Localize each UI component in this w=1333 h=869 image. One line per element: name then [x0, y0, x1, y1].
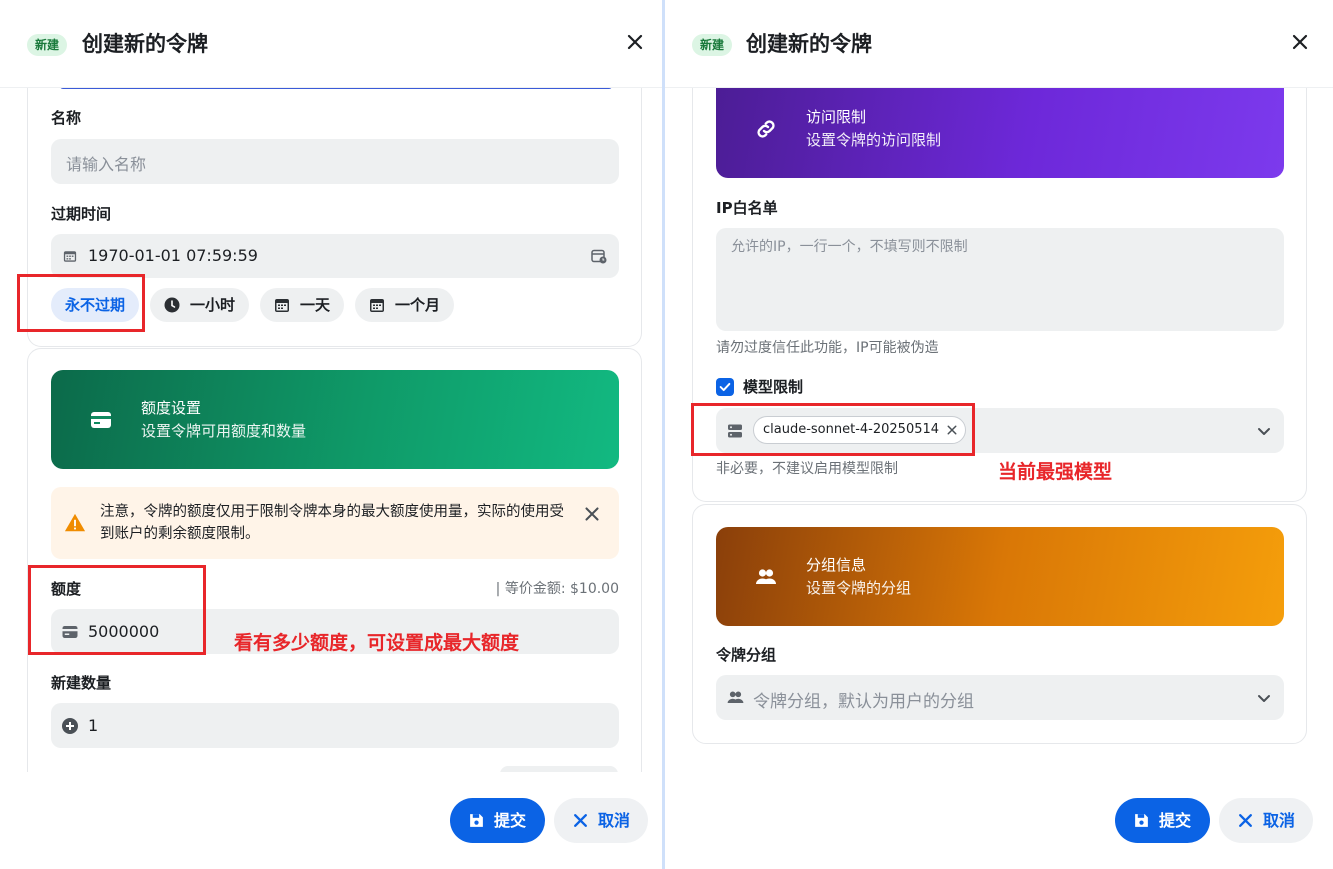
dialog-header: 新建 创建新的令牌 [665, 0, 1333, 88]
dialog-title: 创建新的令牌 [746, 32, 872, 56]
quota-annotation: 看有多少额度，可设置成最大额度 [234, 632, 520, 654]
token-group-select[interactable]: 令牌分组，默认为用户的分组 [716, 675, 1284, 720]
warning-icon [64, 513, 86, 532]
submit-button[interactable]: 提交 [450, 798, 545, 843]
model-annotation: 当前最强模型 [998, 461, 1113, 483]
quota-notice: 注意，令牌的额度仅用于限制令牌本身的最大额度使用量，实际的使用受到账户的剩余额度… [51, 487, 619, 559]
clock-icon [164, 297, 180, 313]
model-limit-checkbox[interactable] [716, 378, 734, 396]
close-icon[interactable] [623, 30, 647, 54]
calendar-icon [275, 299, 289, 312]
highlight-never-expire [17, 274, 145, 332]
plus-circle-icon [62, 718, 78, 734]
close-icon [574, 814, 587, 827]
preset-one-day-label: 一天 [300, 296, 331, 314]
quota-banner-subtitle: 设置令牌可用额度和数量 [141, 422, 307, 440]
notice-text: 注意，令牌的额度仅用于限制令牌本身的最大额度使用量，实际的使用受到账户的剩余额度… [100, 504, 564, 542]
count-value: 1 [88, 716, 99, 735]
expiry-value: 1970-01-01 07:59:59 [88, 246, 258, 265]
left-token-dialog: 新建 创建新的令牌 名称 请输入名称 过期时间 1970-01-01 07:59… [0, 0, 663, 869]
expiry-datetime-input[interactable]: 1970-01-01 07:59:59 [51, 234, 619, 278]
ip-whitelist-hint: 请勿过度信任此功能，IP可能被伪造 [716, 340, 939, 356]
name-input[interactable]: 请输入名称 [51, 139, 619, 184]
count-input[interactable]: 1 [51, 703, 619, 748]
count-label: 新建数量 [51, 674, 112, 692]
ip-whitelist-placeholder: 允许的IP，一行一个，不填写则不限制 [731, 239, 968, 255]
cancel-label: 取消 [598, 811, 631, 830]
name-label: 名称 [51, 109, 82, 127]
new-badge: 新建 [692, 34, 733, 56]
access-banner-title: 访问限制 [806, 108, 867, 126]
ip-whitelist-textarea[interactable]: 允许的IP，一行一个，不填写则不限制 [716, 228, 1284, 331]
highlight-model-select [691, 403, 975, 456]
submit-label: 提交 [494, 811, 527, 830]
close-icon[interactable] [581, 503, 603, 525]
users-icon [727, 691, 744, 704]
token-group-placeholder: 令牌分组，默认为用户的分组 [753, 692, 974, 712]
users-icon [756, 569, 776, 584]
calendar-clock-icon[interactable] [591, 248, 607, 264]
chevron-down-icon [1258, 428, 1270, 435]
cancel-button[interactable]: 取消 [554, 798, 648, 843]
model-limit-hint: 非必要，不建议启用模型限制 [716, 461, 898, 477]
close-icon[interactable] [1288, 30, 1312, 54]
group-banner-title: 分组信息 [806, 556, 867, 574]
model-limit-label: 模型限制 [743, 378, 804, 396]
dialog-header: 新建 创建新的令牌 [0, 0, 663, 88]
credit-card-icon [91, 412, 111, 428]
chevron-down-icon [1258, 695, 1270, 702]
access-limit-banner: 访问限制 设置令牌的访问限制 [716, 79, 1284, 178]
link-icon [757, 120, 775, 138]
quota-banner-title: 额度设置 [141, 399, 202, 417]
quota-equivalent-amount: | 等价金额: $10.00 [495, 581, 619, 597]
expiry-label: 过期时间 [51, 205, 112, 223]
calendar-icon [370, 299, 384, 312]
save-icon [470, 814, 483, 827]
submit-button[interactable]: 提交 [1115, 798, 1210, 843]
cancel-label: 取消 [1263, 811, 1296, 830]
access-banner-subtitle: 设置令牌的访问限制 [806, 131, 942, 149]
preset-one-month-label: 一个月 [395, 296, 441, 314]
preset-one-hour[interactable]: 一小时 [150, 288, 250, 322]
preset-one-day[interactable]: 一天 [260, 288, 345, 322]
group-banner-subtitle: 设置令牌的分组 [806, 579, 912, 597]
quota-settings-banner: 额度设置 设置令牌可用额度和数量 [51, 370, 619, 469]
group-info-banner: 分组信息 设置令牌的分组 [716, 527, 1284, 626]
close-icon [1239, 814, 1252, 827]
ip-whitelist-label: IP白名单 [716, 199, 778, 217]
token-group-label: 令牌分组 [716, 646, 777, 664]
name-placeholder: 请输入名称 [66, 155, 147, 174]
save-icon [1135, 814, 1148, 827]
right-token-dialog: 访问限制 设置令牌的访问限制 新建 创建新的令牌 IP白名单 允许的IP，一行一… [665, 0, 1333, 869]
cancel-button[interactable]: 取消 [1219, 798, 1313, 843]
check-icon [719, 382, 731, 392]
calendar-icon [63, 251, 77, 262]
preset-one-hour-label: 一小时 [190, 296, 236, 314]
dialog-title: 创建新的令牌 [82, 32, 208, 56]
preset-one-month[interactable]: 一个月 [355, 288, 455, 322]
new-badge: 新建 [27, 34, 68, 56]
submit-label: 提交 [1159, 811, 1192, 830]
highlight-quota [28, 565, 206, 655]
